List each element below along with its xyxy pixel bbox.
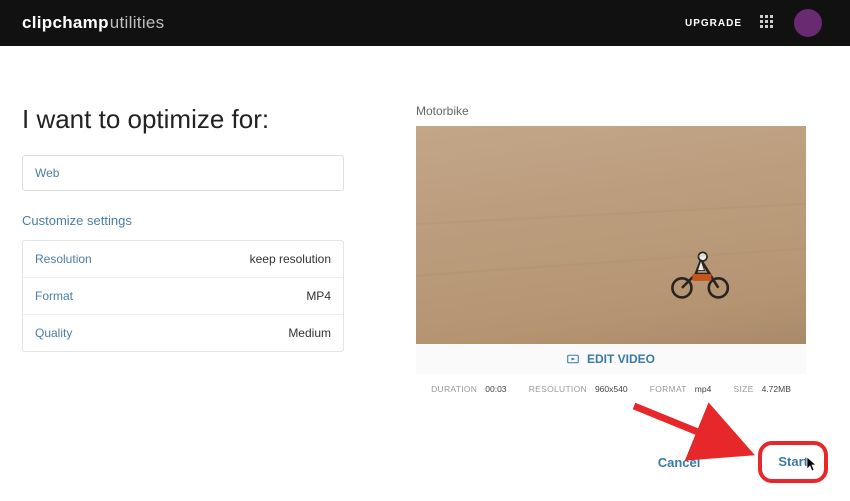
- video-title: Motorbike: [416, 104, 828, 118]
- start-highlight: Start: [758, 441, 828, 483]
- video-metadata: DURATION 00:03 RESOLUTION 960x540 FORMAT…: [416, 374, 806, 394]
- optimize-preset-select[interactable]: Web: [22, 155, 344, 191]
- header-right: UPGRADE: [685, 9, 822, 37]
- customize-settings-label: Customize settings: [22, 213, 344, 228]
- setting-row-resolution[interactable]: Resolution keep resolution: [23, 241, 343, 278]
- meta-resolution: RESOLUTION 960x540: [529, 384, 628, 394]
- setting-label: Resolution: [35, 252, 92, 266]
- setting-row-quality[interactable]: Quality Medium: [23, 315, 343, 351]
- edit-video-label: EDIT VIDEO: [587, 352, 655, 366]
- brand-bold: clipchamp: [22, 13, 109, 33]
- setting-label: Quality: [35, 326, 72, 340]
- avatar[interactable]: [794, 9, 822, 37]
- meta-duration: DURATION 00:03: [431, 384, 506, 394]
- start-button[interactable]: Start: [778, 454, 808, 469]
- cursor-icon: [806, 456, 818, 472]
- setting-value: MP4: [306, 289, 331, 303]
- edit-video-button[interactable]: EDIT VIDEO: [416, 344, 806, 374]
- setting-value: keep resolution: [250, 252, 331, 266]
- setting-label: Format: [35, 289, 73, 303]
- setting-row-format[interactable]: Format MP4: [23, 278, 343, 315]
- edit-icon: [567, 353, 579, 365]
- brand-light: utilities: [110, 13, 165, 33]
- setting-value: Medium: [288, 326, 331, 340]
- meta-format: FORMAT mp4: [650, 384, 712, 394]
- motorbike-icon: [666, 248, 736, 300]
- video-thumbnail[interactable]: [416, 126, 806, 344]
- brand-logo: clipchamp utilities: [22, 13, 164, 33]
- settings-panel: I want to optimize for: Web Customize se…: [22, 104, 344, 352]
- page-title: I want to optimize for:: [22, 104, 344, 135]
- meta-size: SIZE 4.72MB: [734, 384, 791, 394]
- main-content: I want to optimize for: Web Customize se…: [0, 46, 850, 394]
- settings-list: Resolution keep resolution Format MP4 Qu…: [22, 240, 344, 352]
- preview-panel: Motorbike EDIT VIDEO DURATION 00:03: [416, 104, 828, 394]
- cancel-button[interactable]: Cancel: [658, 455, 701, 470]
- upgrade-button[interactable]: UPGRADE: [685, 18, 742, 29]
- apps-grid-icon[interactable]: [760, 15, 776, 31]
- action-bar: Cancel Start: [658, 441, 828, 483]
- app-header: clipchamp utilities UPGRADE: [0, 0, 850, 46]
